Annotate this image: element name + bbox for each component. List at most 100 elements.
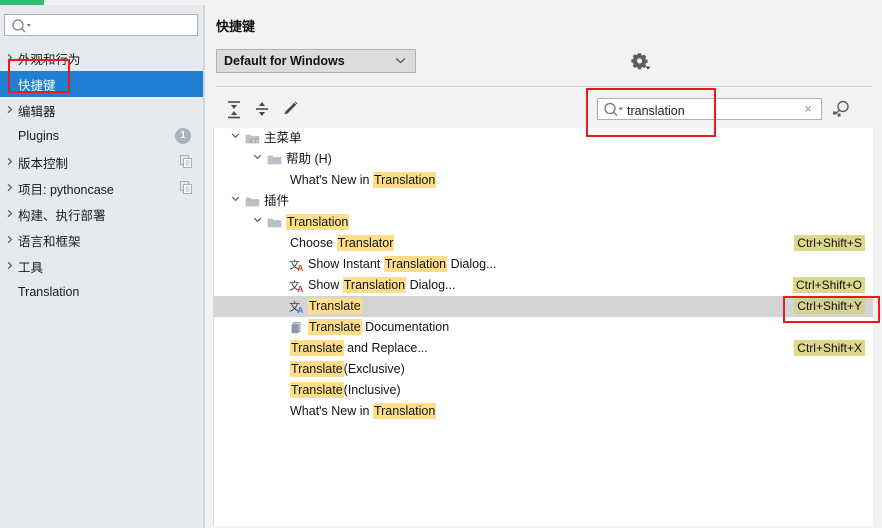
tree-row[interactable]: Choose Translator Ctrl+Shift+S xyxy=(214,233,873,254)
expand-all-icon xyxy=(228,101,240,119)
label-text: Show xyxy=(308,278,343,292)
sidebar-item-label: 工具 xyxy=(18,260,44,275)
panel-divider xyxy=(216,86,872,87)
translate-blue-a-icon: 文A xyxy=(288,296,305,317)
sidebar-search-input[interactable] xyxy=(33,17,197,37)
sidebar-item-8[interactable]: 语言和框架 xyxy=(0,227,205,253)
tree-row[interactable]: What's New in Translation xyxy=(214,170,873,191)
svg-text:A: A xyxy=(297,263,303,272)
label-text: 主菜单 xyxy=(264,131,302,145)
shortcut-find-input[interactable] xyxy=(625,101,789,120)
chevron-right-icon xyxy=(0,234,18,247)
tree-row[interactable]: Translate(Exclusive) xyxy=(214,359,873,380)
copy-icon[interactable] xyxy=(179,154,193,171)
sidebar-item-badge: 1 xyxy=(175,128,191,144)
label-text: Choose xyxy=(290,236,337,250)
tree-row[interactable]: Translate Documentation xyxy=(214,317,873,338)
shortcut-badge: Ctrl+Shift+S xyxy=(794,235,865,251)
match-highlight: Translation xyxy=(372,403,437,419)
tree-row-label: Show Instant Translation Dialog... xyxy=(308,254,496,275)
sidebar-search-box[interactable] xyxy=(4,14,198,37)
match-highlight: Translate xyxy=(308,319,362,335)
sidebar-item-4[interactable]: Plugins 1 xyxy=(0,123,205,149)
keymap-settings-button[interactable] xyxy=(629,51,651,71)
shortcut-find-box[interactable]: × xyxy=(597,98,822,120)
label-text: (Exclusive) xyxy=(343,362,405,376)
folder-icon xyxy=(266,212,283,233)
page-title: 快捷键 xyxy=(216,19,256,34)
chevron-right-icon xyxy=(7,261,12,269)
sidebar-item-10[interactable]: Translation xyxy=(0,279,205,305)
sidebar-item-list: 外观和行为快捷键 编辑器 Plugins 1 版本控制 项目: pythoncase 构建、… xyxy=(0,45,205,305)
folder-icon xyxy=(267,218,282,228)
translate-red-a-icon: 文A xyxy=(289,258,303,273)
copy-icon[interactable] xyxy=(179,180,193,197)
match-highlight: Translation xyxy=(372,172,437,188)
chevron-down-icon[interactable] xyxy=(250,212,264,233)
sidebar-item-3[interactable]: 编辑器 xyxy=(0,97,205,123)
tree-row[interactable]: Translate and Replace... Ctrl+Shift+X xyxy=(214,338,873,359)
sidebar-item-label: 外观和行为 xyxy=(18,52,81,67)
tree-row-label: Choose Translator xyxy=(290,233,395,254)
tree-row[interactable]: 插件 xyxy=(214,191,873,212)
chevron-right-icon xyxy=(0,156,18,169)
svg-text:A: A xyxy=(297,284,303,293)
tree-row-label: Translate(Inclusive) xyxy=(290,380,401,401)
tree-row[interactable]: Translate(Inclusive) xyxy=(214,380,873,401)
tree-row[interactable]: 帮助 (H) xyxy=(214,149,873,170)
collapse-all-button[interactable] xyxy=(249,96,275,122)
chevron-right-icon xyxy=(7,53,12,61)
chevron-down-icon[interactable] xyxy=(250,149,264,170)
settings-window: 外观和行为 快捷键 编辑器 Plugins 1 版本控制 项目: pythoncase 构建、… xyxy=(0,0,882,528)
chevron-right-icon xyxy=(0,260,18,273)
sidebar-item-label: Plugins xyxy=(18,129,59,143)
close-icon[interactable]: × xyxy=(801,101,815,117)
tree-row[interactable]: 文 A Show Translation Dialog... Ctrl+Shift+O xyxy=(214,275,873,296)
label-text: Dialog... xyxy=(406,278,456,292)
tree-row-label: 帮助 (H) xyxy=(286,149,332,170)
sidebar-item-label: Translation xyxy=(18,285,80,299)
chevron-down-icon xyxy=(231,133,239,139)
document-icon xyxy=(288,317,305,338)
sidebar-item-5[interactable]: 版本控制 xyxy=(0,149,205,175)
tree-row[interactable]: 主菜单 xyxy=(214,128,873,149)
chevron-right-icon xyxy=(7,183,12,191)
copy-icon xyxy=(179,154,193,169)
chevron-down-icon[interactable] xyxy=(228,128,242,149)
settings-sidebar: 外观和行为快捷键 编辑器 Plugins 1 版本控制 项目: pythoncase 构建、… xyxy=(0,5,205,528)
sidebar-item-label: 构建、执行部署 xyxy=(18,208,106,223)
copy-icon xyxy=(179,180,193,195)
chevron-down-icon xyxy=(231,196,239,202)
edit-shortcut-button[interactable] xyxy=(277,96,303,122)
sidebar-item-1[interactable]: 外观和行为 xyxy=(0,45,205,71)
chevron-right-icon xyxy=(0,182,18,195)
sidebar-item-9[interactable]: 工具 xyxy=(0,253,205,279)
tree-row-label: 插件 xyxy=(264,191,289,212)
translate-blue-a-icon: 文A xyxy=(289,300,303,315)
tree-row[interactable]: Translation xyxy=(214,212,873,233)
tree-row[interactable]: 文 A Show Instant Translation Dialog... xyxy=(214,254,873,275)
expand-all-button[interactable] xyxy=(221,96,247,122)
label-text: 插件 xyxy=(264,194,290,208)
folder-icon xyxy=(245,197,260,207)
keymap-select[interactable]: Default for Windows xyxy=(216,49,416,73)
tree-row-label: Translate and Replace... xyxy=(290,338,428,359)
sidebar-item-2[interactable]: 快捷键 xyxy=(0,71,205,97)
tree-row[interactable]: What's New in Translation xyxy=(214,401,873,422)
sidebar-item-6[interactable]: 项目: pythoncase xyxy=(0,175,205,201)
sidebar-item-label: 语言和框架 xyxy=(18,234,81,249)
label-text: 帮助 (H) xyxy=(286,152,332,166)
sidebar-item-7[interactable]: 构建、执行部署 xyxy=(0,201,205,227)
shortcut-tree[interactable]: 主菜单帮助 (H) What's New in Translation 插件 Tran… xyxy=(213,128,873,526)
svg-text:A: A xyxy=(297,305,303,314)
tree-row[interactable]: 文 A Translate Ctrl+Shift+Y xyxy=(214,296,873,317)
tree-row-label: Show Translation Dialog... xyxy=(308,275,455,296)
find-by-shortcut-button[interactable] xyxy=(830,99,852,119)
chevron-down-icon xyxy=(253,154,261,160)
match-highlight: Translate xyxy=(290,340,344,356)
match-highlight: Translate xyxy=(290,382,344,398)
match-highlight: Translation xyxy=(342,277,407,293)
chevron-down-icon[interactable] xyxy=(228,191,242,212)
gear-icon xyxy=(631,53,651,70)
translate-red-a-icon: 文A xyxy=(289,279,303,294)
